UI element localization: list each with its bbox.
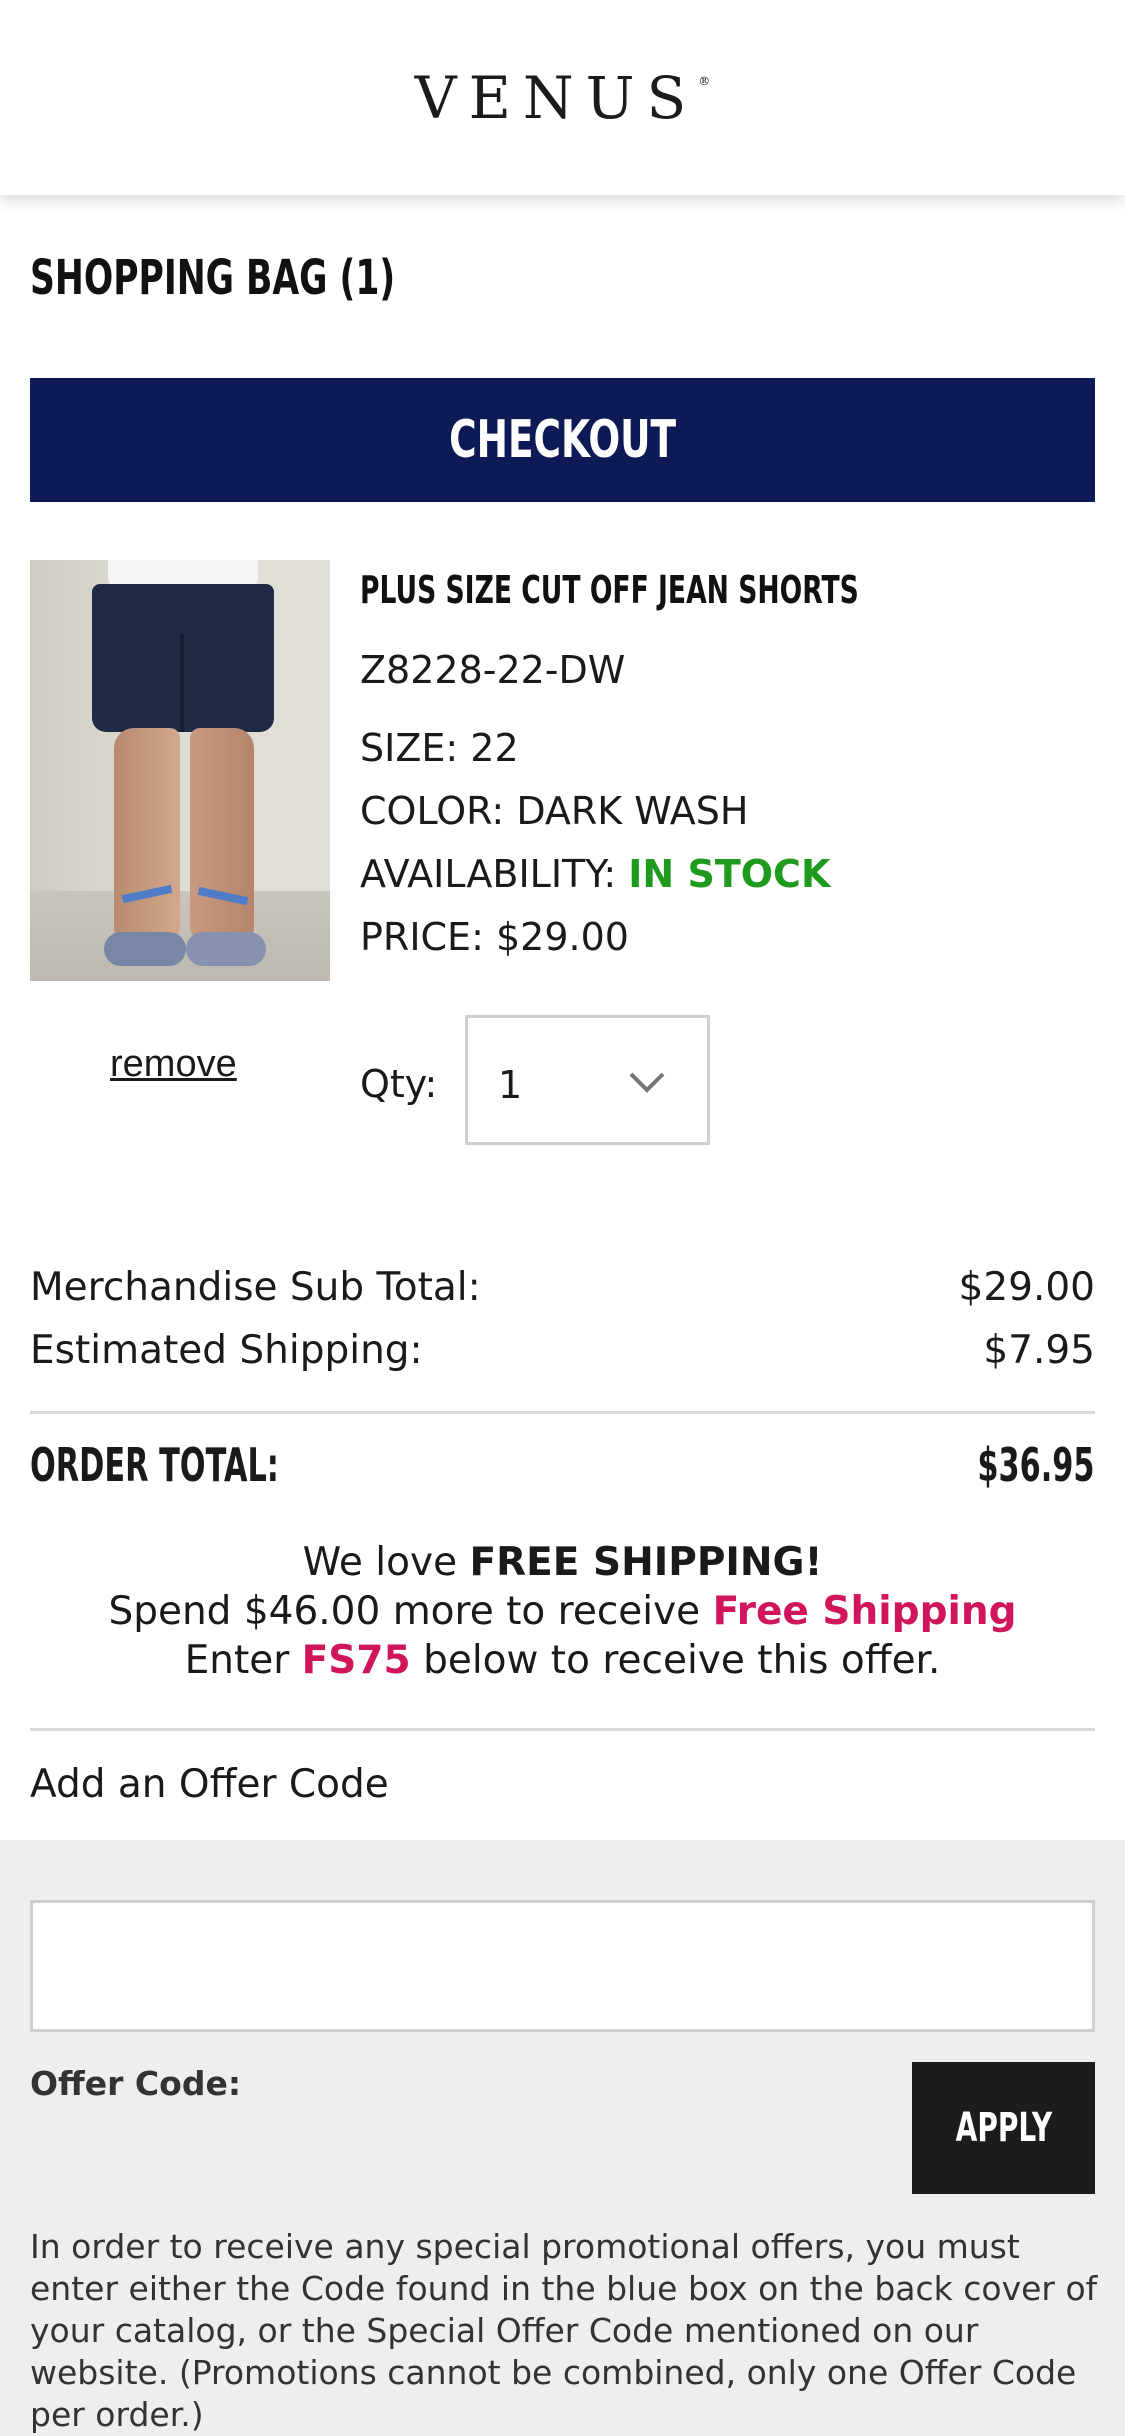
product-size: SIZE: 22 [360,726,519,770]
image-shoe-left [104,932,186,966]
product-name[interactable]: PLUS SIZE CUT OFF JEAN SHORTS [360,568,859,612]
qty-label: Qty: [360,1062,438,1106]
order-total-label: ORDER TOTAL: [30,1438,279,1492]
checkout-button[interactable]: CHECKOUT [30,378,1095,502]
color-value: DARK WASH [516,789,749,833]
availability-status: IN STOCK [628,852,831,896]
price-value: $29.00 [495,915,629,959]
promo-divider [30,1728,1095,1731]
promo-free-shipping-link: Free Shipping [712,1589,1017,1634]
order-total-value: $36.95 [977,1438,1095,1492]
shipping-row: Estimated Shipping: $7.95 [30,1328,1095,1373]
apply-button-label: APPLY [955,2105,1052,2151]
shipping-label: Estimated Shipping: [30,1328,423,1373]
offer-disclaimer: In order to receive any special promotio… [30,2227,1098,2434]
order-total-row: ORDER TOTAL: $36.95 [30,1438,1095,1498]
product-price: PRICE: $29.00 [360,915,629,959]
page-title: SHOPPING BAG (1) [30,250,396,306]
subtotal-label: Merchandise Sub Total: [30,1265,481,1310]
qty-value: 1 [498,1063,523,1107]
site-header: VENUS® [0,0,1125,195]
venus-logo[interactable]: VENUS® [415,64,711,132]
registered-mark: ® [698,73,711,88]
checkout-button-label: CHECKOUT [449,410,676,470]
promo-line-3-suffix: below to receive this offer. [410,1638,941,1683]
image-leg-left [114,728,180,938]
promo-line-2-text: Spend $46.00 more to receive [108,1589,713,1634]
apply-button[interactable]: APPLY [912,2062,1095,2194]
image-shorts [92,584,274,732]
promo-line-1-text: We love [302,1540,470,1585]
product-image[interactable] [30,560,330,981]
remove-link[interactable]: remove [110,1043,237,1086]
image-leg-right [190,728,254,938]
offer-code-heading[interactable]: Add an Offer Code [30,1762,389,1807]
image-shoe-right [186,932,266,966]
color-label: COLOR: [360,789,505,833]
promo-line-1: We love FREE SHIPPING! [0,1540,1125,1585]
size-label: SIZE: [360,726,459,770]
logo-text: VENUS [414,63,699,132]
availability-label: AVAILABILITY: [360,852,617,896]
product-availability: AVAILABILITY: IN STOCK [360,852,830,896]
chevron-down-icon [629,1072,665,1093]
price-label: PRICE: [360,915,484,959]
product-sku: Z8228-22-DW [360,648,626,692]
offer-code-panel: Offer Code: APPLY In order to receive an… [0,1840,1125,2436]
promo-free-shipping-bold: FREE SHIPPING! [469,1540,823,1585]
promo-line-2: Spend $46.00 more to receive Free Shippi… [0,1589,1125,1634]
offer-code-label: Offer Code: [30,2064,242,2103]
promo-line-3-prefix: Enter [184,1638,302,1683]
offer-code-input[interactable] [30,1900,1095,2032]
promo-code: FS75 [301,1638,411,1683]
subtotal-row: Merchandise Sub Total: $29.00 [30,1265,1095,1310]
subtotal-value: $29.00 [958,1265,1095,1310]
qty-select[interactable]: 1 [465,1015,710,1145]
product-color: COLOR: DARK WASH [360,789,749,833]
summary-divider [30,1411,1095,1414]
size-value: 22 [470,726,519,770]
shipping-value: $7.95 [983,1328,1095,1373]
promo-line-3: Enter FS75 below to receive this offer. [0,1638,1125,1683]
